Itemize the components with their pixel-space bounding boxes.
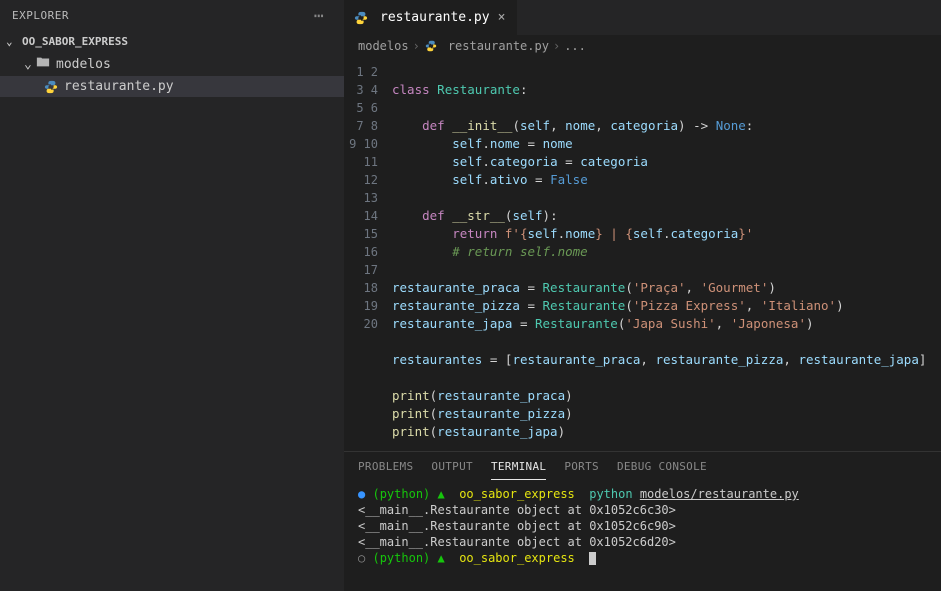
bottom-panel: PROBLEMS OUTPUT TERMINAL PORTS DEBUG CON… bbox=[344, 451, 941, 591]
terminal-output: <__main__.Restaurante object at 0x1052c6… bbox=[358, 534, 927, 550]
editor-area: restaurante.py × modelos › restaurante.p… bbox=[344, 0, 941, 591]
line-gutter: 1 2 3 4 5 6 7 8 9 10 11 12 13 14 15 16 1… bbox=[344, 57, 392, 451]
terminal-output: <__main__.Restaurante object at 0x1052c6… bbox=[358, 518, 927, 534]
breadcrumb-trail: ... bbox=[564, 39, 586, 53]
python-icon bbox=[354, 11, 368, 25]
tab-ports[interactable]: PORTS bbox=[564, 460, 599, 480]
explorer-header: EXPLORER ⋯ bbox=[0, 0, 344, 31]
chevron-down-icon: ⌄ bbox=[24, 57, 36, 72]
code-editor[interactable]: 1 2 3 4 5 6 7 8 9 10 11 12 13 14 15 16 1… bbox=[344, 57, 941, 451]
tab-terminal[interactable]: TERMINAL bbox=[491, 460, 546, 480]
breadcrumb-file: restaurante.py bbox=[448, 39, 549, 53]
chevron-right-icon: › bbox=[413, 39, 420, 53]
tab-label: restaurante.py bbox=[380, 10, 490, 25]
project-name: OO_SABOR_EXPRESS bbox=[22, 35, 128, 48]
close-icon[interactable]: × bbox=[496, 10, 508, 25]
explorer-title: EXPLORER bbox=[12, 9, 69, 22]
tab-restaurante[interactable]: restaurante.py × bbox=[344, 0, 517, 35]
tab-problems[interactable]: PROBLEMS bbox=[358, 460, 413, 480]
more-icon[interactable]: ⋯ bbox=[306, 6, 332, 25]
panel-tabs: PROBLEMS OUTPUT TERMINAL PORTS DEBUG CON… bbox=[344, 452, 941, 480]
file-item-restaurante[interactable]: restaurante.py bbox=[0, 76, 344, 97]
breadcrumb[interactable]: modelos › restaurante.py › ... bbox=[344, 35, 941, 57]
explorer-sidebar: EXPLORER ⋯ ⌄ OO_SABOR_EXPRESS ⌄ modelos … bbox=[0, 0, 344, 591]
breadcrumb-folder: modelos bbox=[358, 39, 409, 53]
terminal-cursor bbox=[589, 552, 596, 565]
terminal-content[interactable]: ● (python) ▲ oo_sabor_express python mod… bbox=[344, 480, 941, 591]
folder-icon bbox=[36, 55, 50, 73]
tab-output[interactable]: OUTPUT bbox=[431, 460, 473, 480]
code-content[interactable]: class Restaurante: def __init__(self, no… bbox=[392, 57, 926, 451]
python-icon bbox=[424, 39, 438, 53]
tab-bar: restaurante.py × bbox=[344, 0, 941, 35]
folder-label: modelos bbox=[56, 57, 111, 72]
folder-item-modelos[interactable]: ⌄ modelos bbox=[0, 52, 344, 76]
tab-debug-console[interactable]: DEBUG CONSOLE bbox=[617, 460, 707, 480]
python-icon bbox=[44, 80, 58, 94]
chevron-right-icon: › bbox=[553, 39, 560, 53]
file-label: restaurante.py bbox=[64, 79, 174, 94]
project-root[interactable]: ⌄ OO_SABOR_EXPRESS bbox=[0, 31, 344, 52]
chevron-down-icon: ⌄ bbox=[6, 35, 18, 48]
terminal-output: <__main__.Restaurante object at 0x1052c6… bbox=[358, 502, 927, 518]
